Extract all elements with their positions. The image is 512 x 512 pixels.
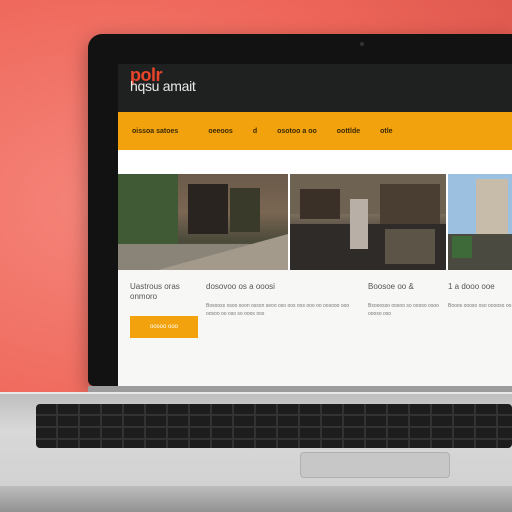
- column-4-text: Booos oooso oso ooooso oo: [448, 303, 512, 309]
- content-column-1: Uastrous oras onmoro: [130, 282, 204, 302]
- nav-item-6[interactable]: otle: [380, 128, 392, 135]
- site-header: polr hqsu amait: [118, 64, 512, 112]
- content-column-4: 1 a dooo ooe Booos oooso oso ooooso oo: [448, 282, 512, 310]
- content-section: Uastrous oras onmoro oosoo ooo dosovoo o…: [118, 270, 512, 386]
- building-image: [118, 174, 288, 270]
- column-4-title: 1 a dooo ooe: [448, 282, 495, 291]
- keyboard[interactable]: [36, 404, 512, 448]
- trackpad[interactable]: [300, 452, 450, 478]
- nav-item-3[interactable]: d: [253, 128, 257, 135]
- laptop-base: [0, 392, 512, 512]
- hero-spacer: [118, 150, 512, 174]
- nav-item-1[interactable]: oissoa satoes: [132, 128, 178, 135]
- gallery-photo-building[interactable]: [118, 174, 288, 270]
- nav-item-4[interactable]: osotoo a oo: [277, 128, 317, 135]
- street-image: [290, 174, 446, 270]
- tower-image: [448, 174, 512, 270]
- column-1-title: Uastrous oras onmoro: [130, 282, 180, 301]
- camera-icon: [360, 42, 364, 46]
- gallery-photo-tower[interactable]: [448, 174, 512, 270]
- cta-button[interactable]: oosoo ooo: [130, 316, 198, 338]
- column-3-title: Boosoe oo &: [368, 282, 414, 291]
- nav-item-2[interactable]: oeeoos: [208, 128, 233, 135]
- column-2-text: Bosooss osoo soon osson seoo oso oos oos…: [206, 303, 350, 317]
- content-column-2: dosovoo os a ooosi Bosooss osoo soon oss…: [206, 282, 356, 318]
- laptop-base-edge: [0, 486, 512, 512]
- photo-gallery: [118, 174, 512, 270]
- gallery-photo-street[interactable]: [290, 174, 446, 270]
- content-column-3: Boosoe oo & Bsooosso oosoo so oooso osoo…: [368, 282, 444, 318]
- site-logo-subtitle: hqsu amait: [130, 78, 196, 94]
- laptop-lid: polr hqsu amait oissoa satoes oeeoos d o…: [88, 34, 512, 386]
- nav-bar: oissoa satoes oeeoos d osotoo a oo oottl…: [118, 112, 512, 150]
- nav-item-5[interactable]: oottlde: [337, 128, 360, 135]
- column-2-title: dosovoo os a ooosi: [206, 282, 275, 291]
- column-3-text: Bsooosso oosoo so oooso osoo oooso oso: [368, 303, 439, 317]
- laptop-screen: polr hqsu amait oissoa satoes oeeoos d o…: [118, 64, 512, 386]
